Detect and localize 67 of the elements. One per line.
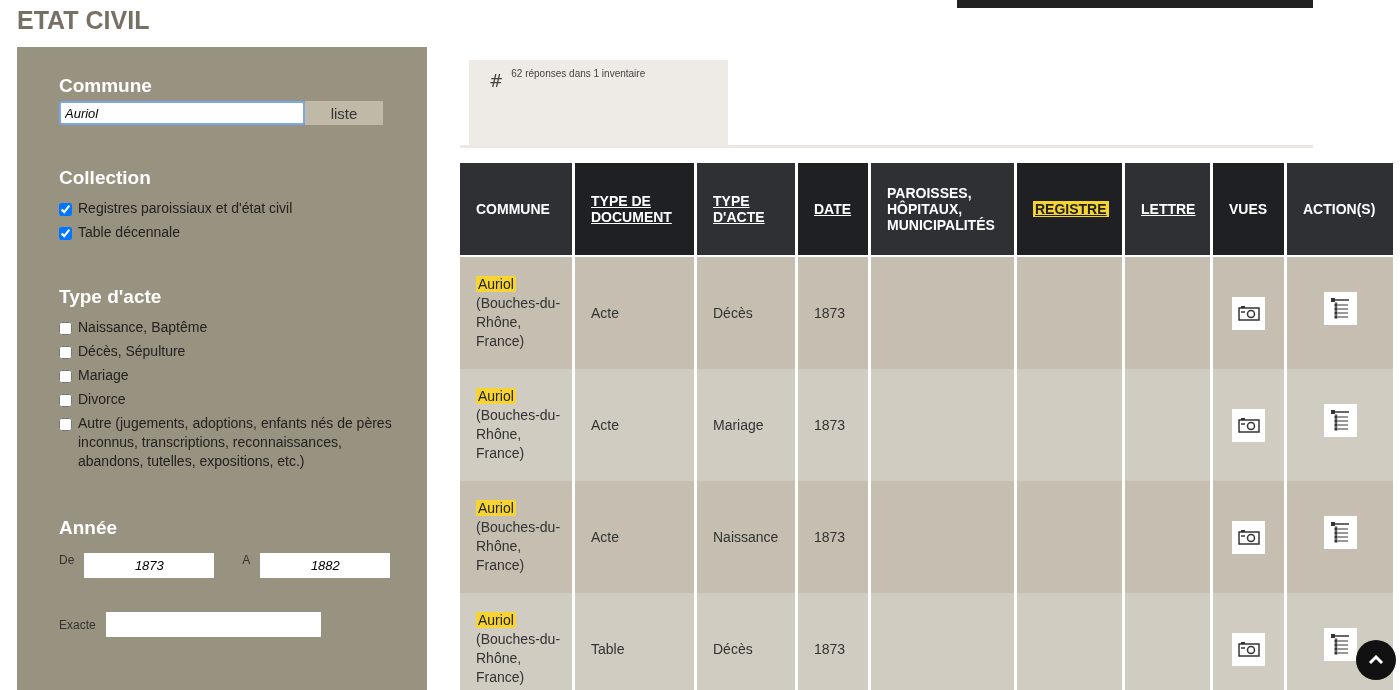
tree-list-icon[interactable] [1323, 403, 1357, 437]
table-cell: Table [575, 593, 694, 690]
commune-region: (Bouches-du-Rhône, France) [476, 519, 561, 573]
column-header: ACTION(S) [1287, 163, 1393, 257]
column-header[interactable]: REGISTRE [1017, 163, 1122, 257]
list-button[interactable]: liste [305, 101, 383, 125]
table-cell: Décès [697, 257, 795, 369]
filter-heading: Commune [59, 75, 153, 97]
table-cell: 1873 [798, 481, 868, 593]
page-title: ETAT CIVIL [17, 6, 151, 36]
checkbox[interactable] [59, 203, 72, 216]
commune-region: (Bouches-du-Rhône, France) [476, 295, 561, 349]
checkbox[interactable] [59, 346, 72, 359]
checkbox-label: Mariage [78, 366, 129, 385]
commune-field[interactable]: Auriol [59, 101, 305, 125]
checkbox[interactable] [59, 418, 72, 431]
caret-up-icon [1368, 655, 1384, 665]
commune-name: Auriol [476, 612, 516, 628]
commune-name: Auriol [476, 276, 516, 292]
commune-region: (Bouches-du-Rhône, France) [476, 631, 561, 685]
commune-region: (Bouches-du-Rhône, France) [476, 407, 561, 461]
camera-icon[interactable] [1232, 632, 1265, 666]
table-cell: Mariage [697, 369, 795, 481]
hash-icon: # [489, 71, 504, 91]
checkbox[interactable] [59, 227, 72, 240]
from-label: De [59, 553, 75, 567]
commune-name: Auriol [476, 388, 516, 404]
filter-heading: Collection [59, 167, 152, 189]
table-cell: 1873 [798, 257, 868, 369]
to-year-field[interactable]: 1882 [260, 553, 391, 578]
table-cell: Décès [697, 593, 795, 690]
table-cell: Acte [575, 257, 694, 369]
checkbox[interactable] [59, 322, 72, 335]
tree-list-icon[interactable] [1323, 291, 1357, 325]
column-header: PAROISSES, HÔPITAUX, MUNICIPALITÉS [871, 163, 1014, 257]
table-cell: 1873 [798, 369, 868, 481]
checkbox-label: Table décennale [78, 223, 180, 242]
checkbox-label: Registres paroissiaux et d'état civil [78, 199, 293, 218]
table-cell: Acte [575, 369, 694, 481]
from-year-field[interactable]: 1873 [84, 553, 215, 578]
table-cell: Acte [575, 481, 694, 593]
checkbox[interactable] [59, 370, 72, 383]
tree-list-icon[interactable] [1323, 515, 1357, 549]
column-header[interactable]: TYPE D'ACTE [697, 163, 795, 257]
camera-icon[interactable] [1232, 520, 1265, 554]
column-header[interactable]: DATE [798, 163, 868, 257]
commune-name: Auriol [476, 500, 516, 516]
filter-heading: Année [59, 517, 119, 539]
column-header[interactable]: LETTRE [1125, 163, 1210, 257]
table-cell: Naissance [697, 481, 795, 593]
checkbox[interactable] [59, 394, 72, 407]
camera-icon[interactable] [1232, 296, 1265, 330]
to-label: A [242, 553, 251, 567]
checkbox-label: Décès, Sépulture [78, 342, 186, 361]
table-cell: 1873 [798, 593, 868, 690]
column-header: COMMUNE [460, 163, 572, 257]
tree-list-icon[interactable] [1323, 627, 1357, 661]
exact-year-field[interactable] [105, 612, 321, 637]
filter-heading: Type d'acte [59, 286, 163, 308]
checkbox-label: Autre (jugements, adoptions, enfants nés de pères inconnus, transcriptions, reconnaissances, abandons, tutelles, expositions, etc.) [78, 414, 393, 471]
camera-icon[interactable] [1232, 408, 1265, 442]
checkbox-label: Naissance, Baptême [78, 318, 208, 337]
exact-label: Exacte [59, 617, 96, 632]
checkbox-label: Divorce [78, 390, 126, 409]
column-header: VUES [1213, 163, 1284, 257]
results-summary: 62 réponses dans 1 inventaire [511, 68, 646, 79]
column-header[interactable]: TYPE DE DOCUMENT [575, 163, 694, 257]
